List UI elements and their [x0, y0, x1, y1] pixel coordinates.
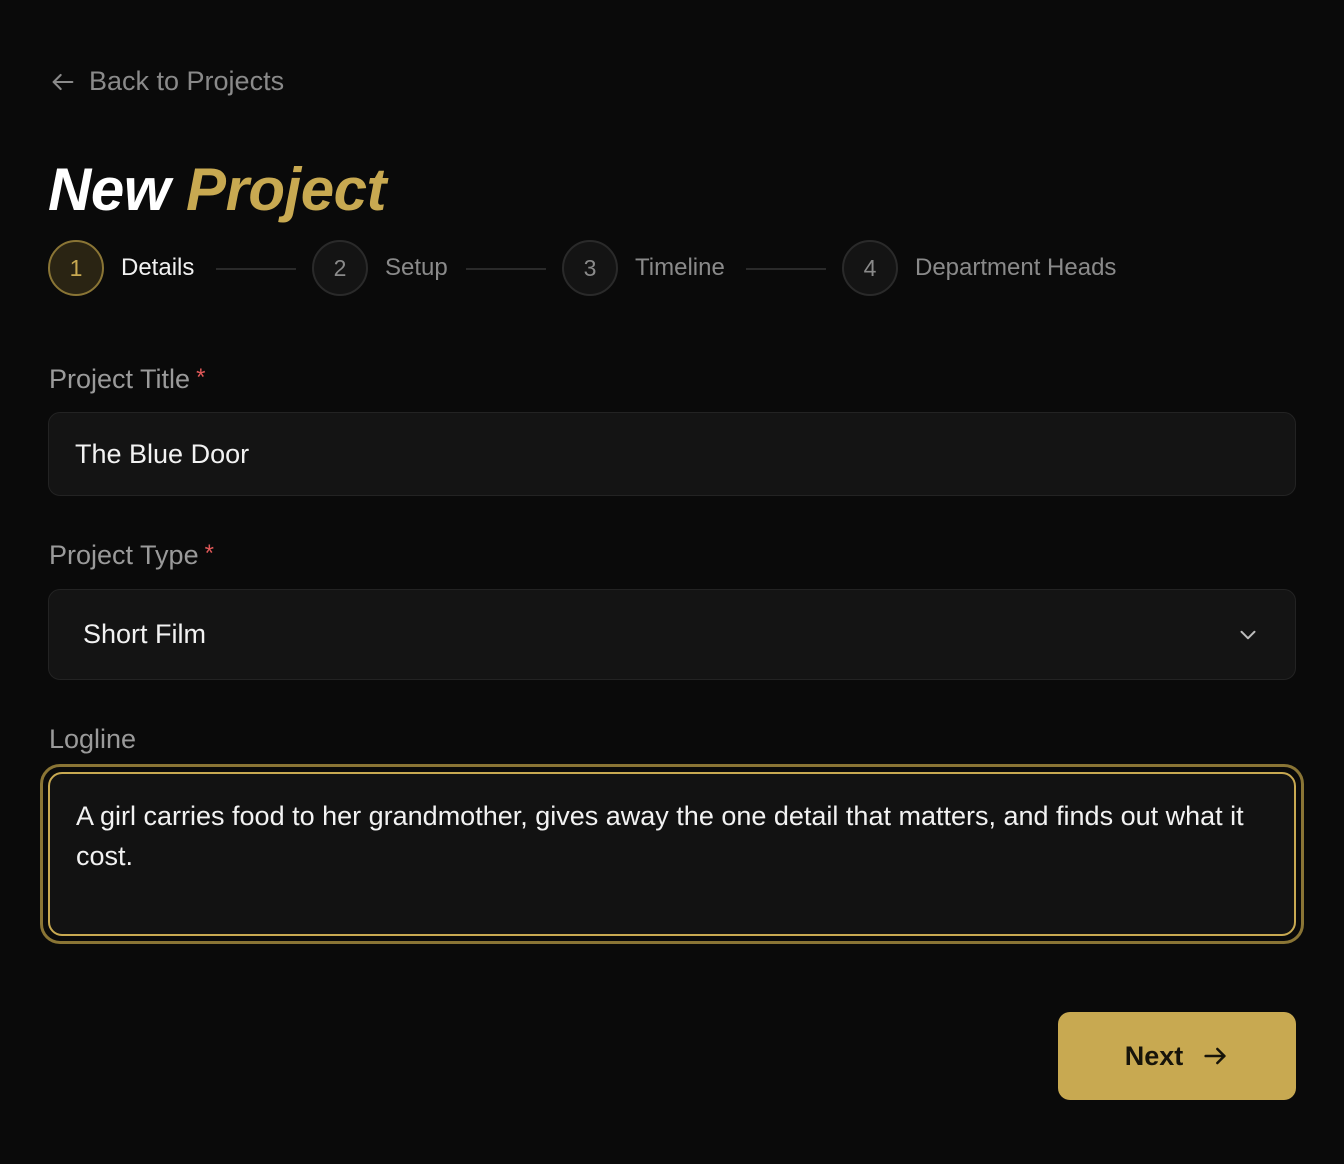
project-type-label-text: Project Type: [49, 540, 199, 570]
project-type-select[interactable]: Short Film: [48, 589, 1296, 680]
project-title-label: Project Title *: [49, 364, 205, 395]
step-label: Setup: [385, 254, 448, 281]
project-type-value: Short Film: [83, 619, 207, 649]
step-number: 2: [312, 240, 368, 296]
step-connector: [466, 268, 546, 270]
required-marker: *: [204, 540, 214, 567]
project-title-label-text: Project Title: [49, 364, 191, 394]
required-marker: *: [196, 364, 206, 391]
project-title-input[interactable]: [48, 412, 1296, 496]
page-title-primary: New: [48, 156, 170, 223]
step-number: 4: [842, 240, 898, 296]
logline-textarea[interactable]: A girl carries food to her grandmother, …: [48, 772, 1296, 936]
progress-stepper: 1 Details 2 Setup 3 Timeline 4 Departmen…: [48, 240, 1248, 296]
step-department-heads[interactable]: 4 Department Heads: [842, 240, 1116, 296]
step-setup[interactable]: 2 Setup: [312, 240, 448, 296]
project-type-label: Project Type *: [49, 540, 214, 571]
next-button[interactable]: Next: [1058, 1012, 1296, 1100]
step-label: Department Heads: [915, 254, 1117, 281]
step-label: Details: [121, 254, 195, 281]
arrow-left-icon: [52, 73, 74, 90]
back-link-label: Back to Projects: [89, 66, 285, 96]
logline-label-text: Logline: [49, 724, 137, 754]
chevron-down-icon: [1240, 630, 1256, 639]
step-connector: [746, 268, 826, 270]
page-title-accent: Project: [186, 156, 386, 223]
step-details[interactable]: 1 Details: [48, 240, 194, 296]
arrow-right-icon: [1204, 1047, 1226, 1065]
step-label: Timeline: [635, 254, 725, 281]
next-button-label: Next: [1124, 1040, 1184, 1071]
page-title: New Project: [48, 154, 386, 226]
step-timeline[interactable]: 3 Timeline: [562, 240, 725, 296]
step-connector: [216, 268, 296, 270]
logline-label: Logline: [49, 724, 136, 755]
back-to-projects-link[interactable]: Back to Projects: [49, 66, 284, 97]
step-number: 1: [48, 240, 104, 296]
new-project-page: Back to Projects New Project 1 Details 2…: [0, 0, 1344, 1164]
step-number: 3: [562, 240, 618, 296]
